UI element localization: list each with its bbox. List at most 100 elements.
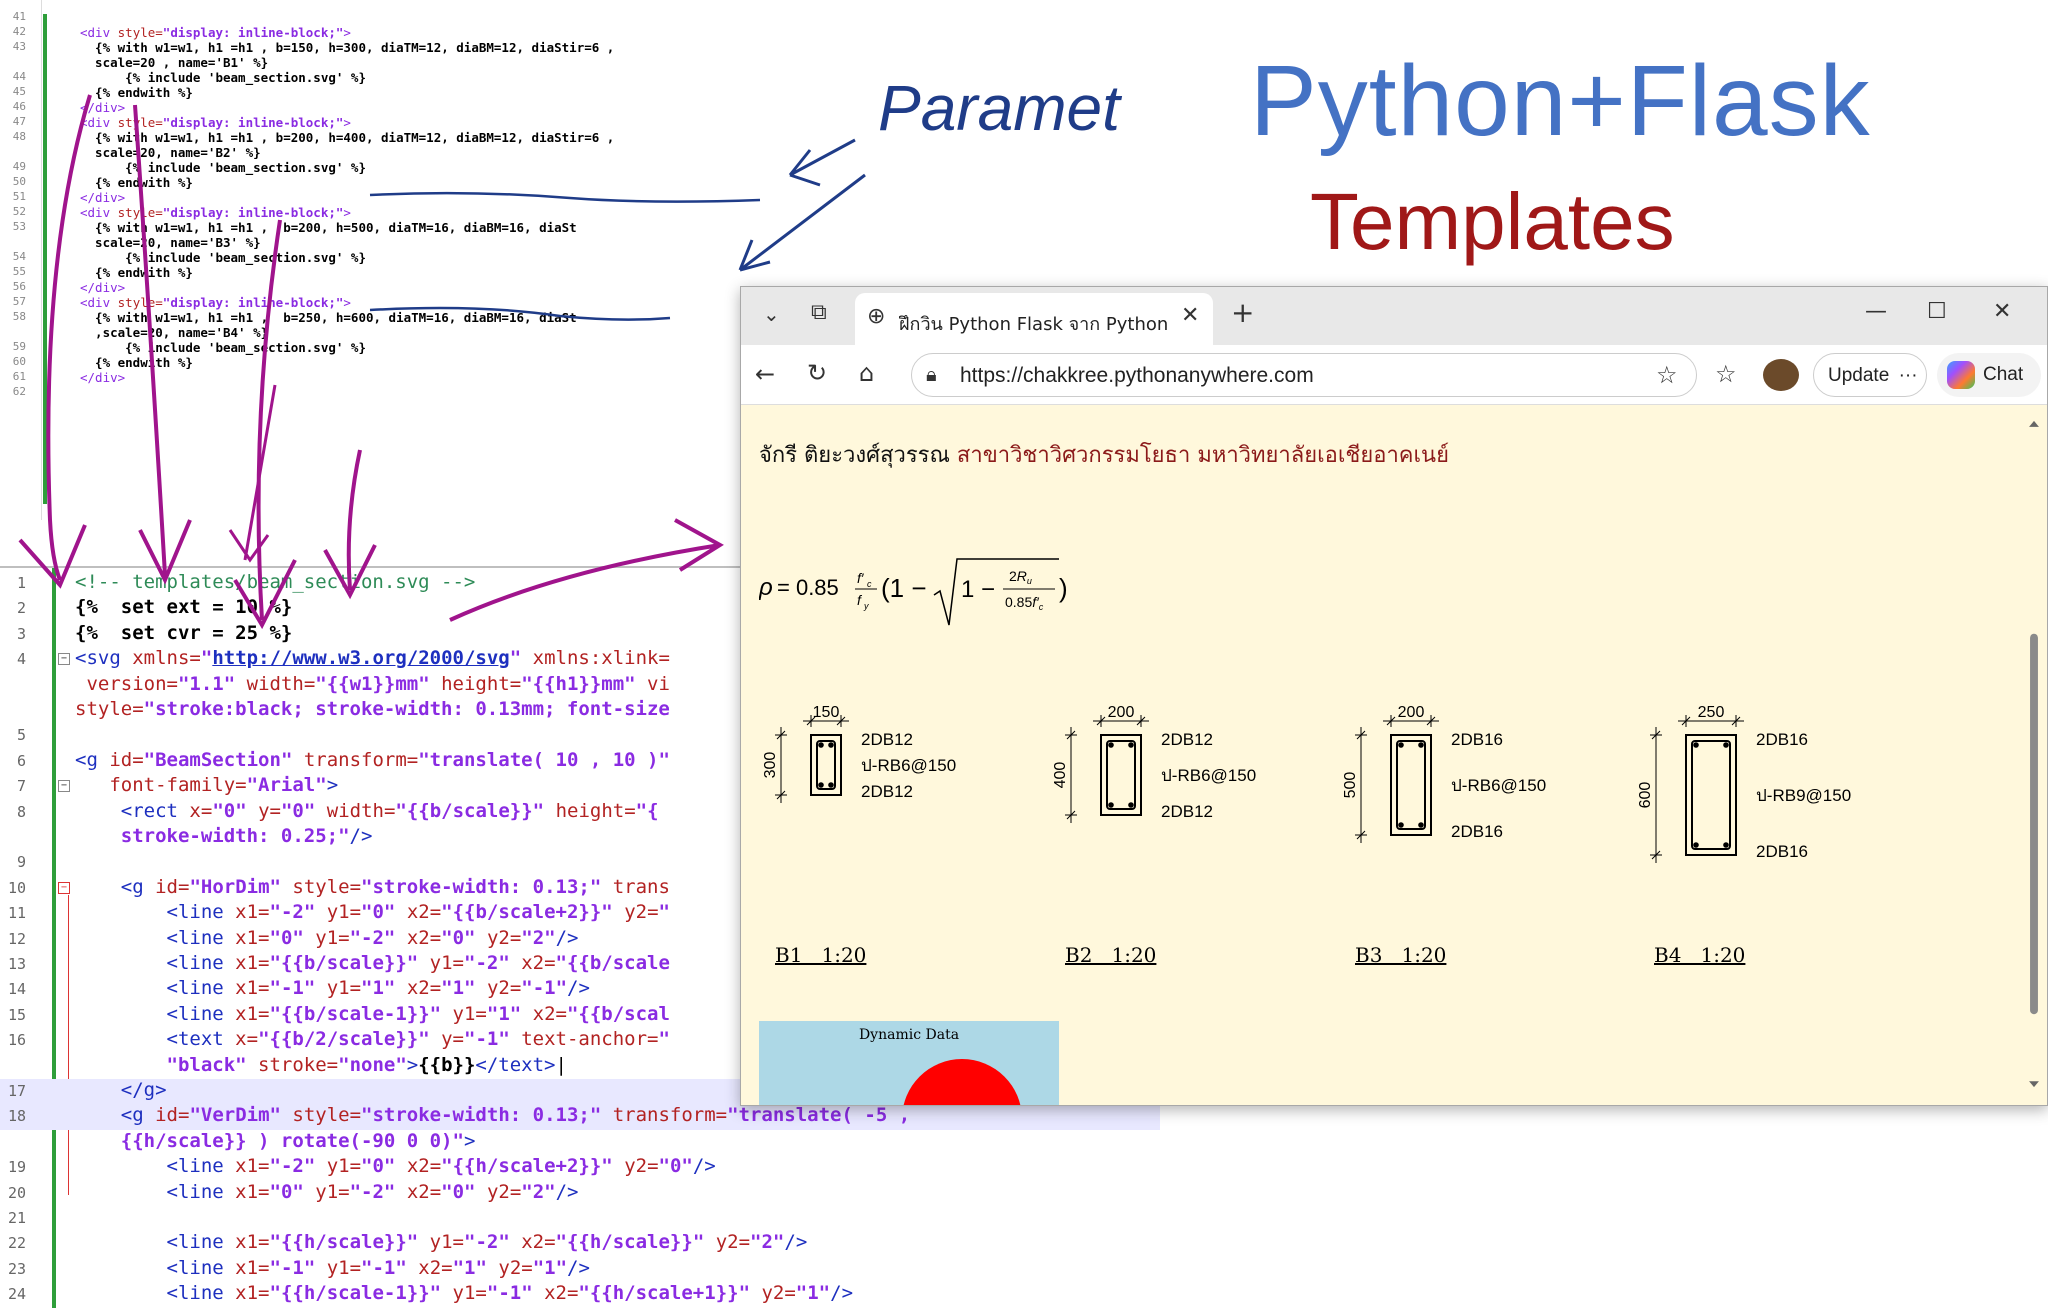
height-dimension-label: 600 [1637,782,1654,809]
code-line[interactable]: 24 <line x1="{{h/scale-1}}" y1="-1" x2="… [0,1282,1160,1307]
code-text: {% include 'beam_section.svg' %} [80,70,366,85]
width-dimension-label: 150 [813,704,840,721]
code-text: font-family="Arial"> [109,774,339,797]
line-number: 6 [16,751,26,770]
maximize-icon[interactable]: ☐ [1927,301,1947,323]
favorite-star-icon[interactable]: ☆ [1656,363,1678,387]
line-number: 49 [12,160,26,173]
rebar-dot [818,742,824,748]
new-tab-icon[interactable]: + [1231,299,1254,327]
line-number: 24 [7,1285,26,1304]
code-text: <line x1="{{h/scale}}" y1="-2" x2="{{h/s… [166,1231,808,1254]
code-text: <line x1="{{b/scale-1}}" y1="1" x2="{{b/… [166,1002,670,1025]
address-bar[interactable]: 🔒︎ https://chakkree.pythonanywhere.com ☆ [911,353,1697,397]
line-number: 53 [12,220,26,233]
line-number: 48 [12,130,26,143]
code-text: {% with w1=w1, h1 =h1 , b=250, h=600, di… [80,310,577,325]
line-number: 58 [12,310,26,323]
line-number: 57 [12,295,26,308]
line-number: 4 [16,650,26,669]
more-icon: ··· [1898,365,1918,386]
line-number: 10 [7,878,26,897]
line-number: 59 [12,340,26,353]
line-number: 45 [12,85,26,98]
dynamic-circle-graphic [903,1059,1021,1105]
rebar-dot [1128,802,1134,808]
line-number: 11 [7,904,26,923]
line-number: 15 [7,1005,26,1024]
code-line[interactable]: 22 <line x1="{{h/scale}}" y1="-2" x2="{{… [0,1231,1160,1256]
update-button[interactable]: Update ··· [1813,353,1927,397]
code-text: {% set cvr = 25 %} [75,621,293,644]
code-line[interactable]: 19 <line x1="-2" y1="0" x2="{{h/scale+2}… [0,1155,1160,1180]
code-text: style="stroke:black; stroke-width: 0.13m… [75,698,670,720]
svg-text:= 0.85: = 0.85 [777,575,839,600]
home-icon[interactable]: ⌂ [859,361,874,385]
code-text: </g> [120,1079,167,1101]
stirrup-label: ป-RB9@150 [1756,786,1851,805]
line-number: 41 [12,10,26,23]
line-number: 61 [12,370,26,383]
favorites-icon[interactable]: ☆ [1715,362,1737,386]
tab-active[interactable]: ⊕ ฝึกวิน Python Flask จาก Pythonany ✕ [855,293,1213,345]
reload-icon[interactable]: ↻ [807,361,827,385]
beam-outline [810,734,842,796]
code-text: <line x1="0" y1="-2" x2="0" y2="2"/> [166,1180,579,1203]
tab-strip: ⌄ ⧉ ⊕ ฝึกวิน Python Flask จาก Pythonany … [741,287,2047,345]
code-line[interactable]: 20 <line x1="0" y1="-2" x2="0" y2="2"/> [0,1181,1160,1206]
tab-collections-icon[interactable]: ⧉ [811,302,827,324]
profile-avatar[interactable] [1763,359,1799,391]
tab-list-chevron-icon[interactable]: ⌄ [763,304,780,324]
line-number: 55 [12,265,26,278]
top-rebar-label: 2DB16 [1756,730,1808,749]
line-number: 20 [7,1183,26,1202]
rebar-dot [1723,742,1729,748]
line-number: 17 [7,1082,26,1100]
svg-text:y: y [863,601,869,611]
code-text: scale=20 , name='B1' %} [80,55,269,70]
code-text: </div> [80,190,126,205]
chat-label: Chat [1983,364,2024,385]
code-line[interactable]: 18 <g id="VerDim" style="stroke-width: 0… [0,1104,1160,1130]
height-dimension-label: 500 [1342,772,1359,799]
stirrup-outline [1691,740,1731,850]
rebar-dot [1693,742,1699,748]
slide-subtitle: Templates [1310,177,1675,266]
code-text: <g id="HorDim" style="stroke-width: 0.13… [120,875,670,898]
author-affiliation: สาขาวิชาวิศวกรรมโยธา มหาวิทยาลัยเอเชียอา… [956,443,1449,468]
code-line[interactable]: 23 <line x1="-1" y1="-1" x2="1" y2="1"/> [0,1257,1160,1282]
code-text: <div style="display: inline-block;"> [80,295,351,310]
code-text: {{h/scale}} ) rotate(-90 0 0)"> [120,1129,476,1152]
reinforcement-ratio-formula: ρ = 0.85 f′ c f y (1 − 1 − 2Ru 0.85f′c ) [759,558,1068,626]
tab-close-icon[interactable]: ✕ [1181,305,1199,327]
rebar-dot [1108,742,1114,748]
author-name: จักรี ติยะวงศ์สุวรรณ [759,443,950,468]
code-text: {% with w1=w1, h1 =h1 , b=150, h=300, di… [80,40,615,55]
minimize-icon[interactable]: — [1865,301,1887,323]
stirrup-outline [1396,740,1426,830]
code-text: <div style="display: inline-block;"> [80,205,351,220]
stirrup-label: ป-RB6@150 [1451,776,1546,795]
line-number: 42 [12,25,26,38]
top-code-editor[interactable]: 41 42 <div style="display: inline-block;">… [0,0,760,520]
window-close-icon[interactable]: ✕ [1993,301,2011,323]
rebar-dot [1418,822,1424,828]
bottom-rebar-label: 2DB16 [1451,822,1503,841]
code-line[interactable]: {{h/scale}} ) rotate(-90 0 0)"> [0,1130,1160,1155]
stirrup-outline [1106,740,1136,810]
code-text: </div> [80,100,126,115]
slide-title: Python+Flask [1250,45,1871,157]
copilot-chat-button[interactable]: Chat [1937,353,2041,397]
line-number: 2 [16,599,26,618]
code-text: ,scale=20, name='B4' %} [80,325,269,340]
vertical-scrollbar[interactable] [2027,415,2041,1095]
back-icon[interactable]: ← [755,362,775,386]
line-number: 16 [7,1031,26,1050]
lock-icon[interactable]: 🔒︎ [926,364,937,384]
code-text: <div style="display: inline-block;"> [80,25,351,40]
code-text: <line x1="-2" y1="0" x2="{{h/scale+2}}" … [166,1155,716,1178]
code-text: </div> [80,280,126,295]
code-line[interactable]: 21 [0,1206,1160,1231]
svg-text:f′: f′ [857,570,865,586]
line-number: 21 [7,1209,26,1227]
